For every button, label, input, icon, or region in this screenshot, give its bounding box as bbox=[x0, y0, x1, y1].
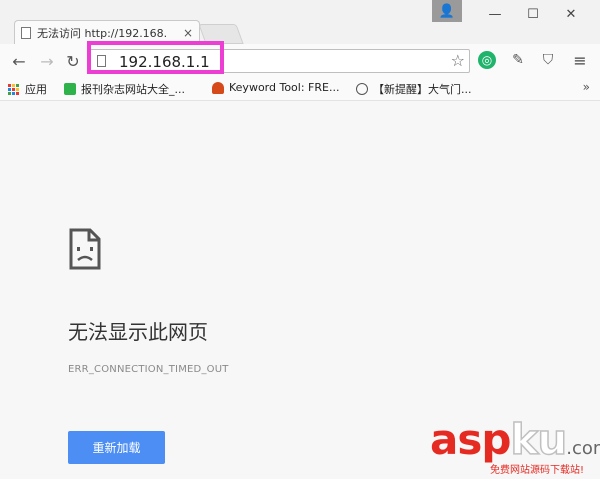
bookmark-label: Keyword Tool: FRE... bbox=[229, 81, 340, 94]
page-icon bbox=[21, 26, 31, 39]
sad-page-icon bbox=[69, 228, 101, 270]
error-code: ERR_CONNECTION_TIMED_OUT bbox=[68, 364, 229, 375]
close-window-button[interactable]: ✕ bbox=[556, 0, 586, 28]
tab-title: 无法访问 http://192.168. bbox=[37, 26, 168, 40]
watermark-dotcom: .com bbox=[566, 438, 600, 459]
back-button[interactable]: ← bbox=[8, 50, 30, 72]
title-bar: 无法访问 http://192.168. × 👤 — ☐ ✕ bbox=[0, 0, 600, 44]
bookmark-apps[interactable]: 应用 bbox=[8, 81, 47, 97]
user-profile-icon[interactable]: 👤 bbox=[432, 0, 462, 22]
menu-icon[interactable]: ≡ bbox=[570, 50, 590, 70]
watermark-subtitle: 免费网站源码下载站! bbox=[490, 465, 585, 476]
error-heading: 无法显示此网页 bbox=[68, 320, 208, 344]
forward-button[interactable]: → bbox=[36, 50, 58, 72]
url-highlight-box bbox=[87, 41, 224, 74]
pen-extension-icon[interactable]: ✎ bbox=[508, 50, 528, 70]
minimize-button[interactable]: — bbox=[480, 0, 510, 28]
bookmarks-bar: 应用 报刊杂志网站大全_... Keyword Tool: FRE... 【新提… bbox=[0, 78, 600, 101]
green-c-icon bbox=[64, 83, 76, 95]
watermark-logo: aspku.com 免费网站源码下载站! bbox=[430, 415, 600, 479]
bookmark-item[interactable]: 报刊杂志网站大全_... bbox=[64, 81, 185, 97]
reload-icon[interactable]: ↻ bbox=[62, 50, 84, 72]
keyword-tool-icon bbox=[212, 81, 224, 94]
bookmark-item[interactable]: Keyword Tool: FRE... bbox=[212, 81, 339, 94]
maximize-button[interactable]: ☐ bbox=[518, 0, 548, 28]
green-extension-icon[interactable]: ◎ bbox=[478, 51, 496, 69]
apps-icon bbox=[8, 83, 19, 95]
shield-extension-icon[interactable]: ⛉ bbox=[538, 50, 558, 70]
bookmark-label: 报刊杂志网站大全_... bbox=[81, 83, 185, 96]
bookmark-item[interactable]: 【新提醒】大气门... bbox=[356, 81, 472, 97]
bookmark-label: 【新提醒】大气门... bbox=[373, 83, 472, 96]
more-bookmarks-icon[interactable]: » bbox=[583, 80, 590, 94]
bookmark-star-icon[interactable]: ☆ bbox=[451, 51, 465, 70]
reload-button[interactable]: 重新加载 bbox=[68, 431, 165, 464]
watermark-asp: asp bbox=[430, 415, 511, 464]
wordpress-icon bbox=[356, 83, 368, 95]
watermark-ku: ku bbox=[510, 415, 568, 464]
tab-close-icon[interactable]: × bbox=[183, 26, 193, 40]
bookmark-label: 应用 bbox=[25, 83, 47, 96]
